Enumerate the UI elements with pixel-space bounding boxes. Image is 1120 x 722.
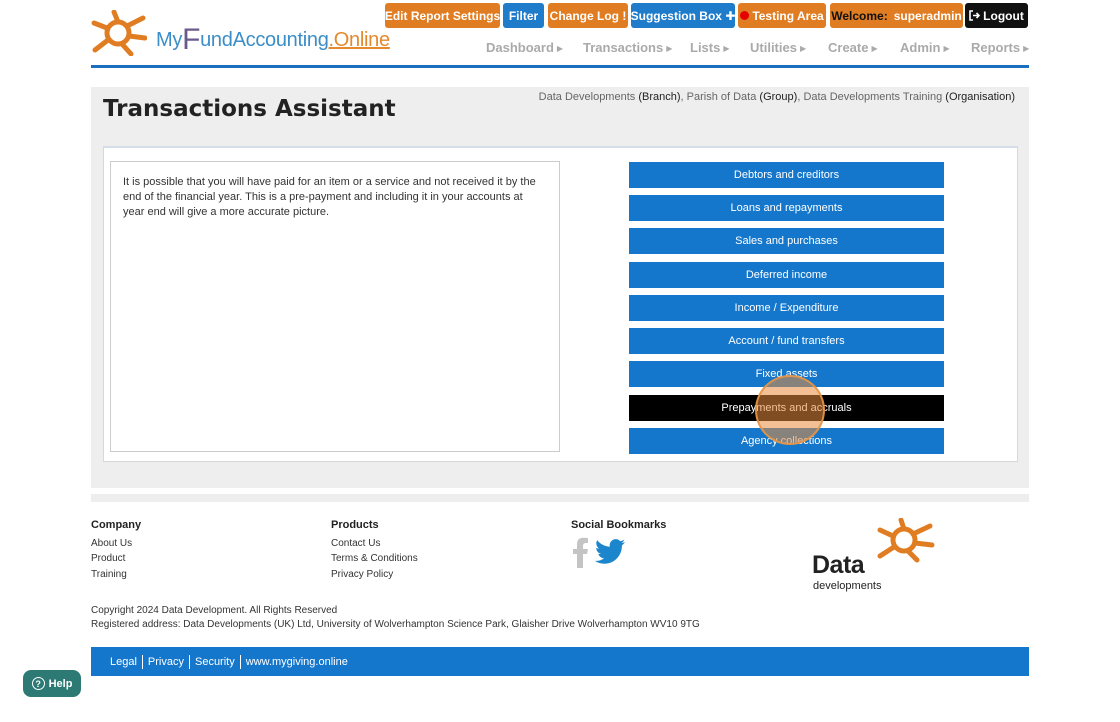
logout-icon bbox=[969, 10, 981, 21]
nav-transactions[interactable]: Transactions ▶ bbox=[583, 40, 672, 56]
logo-accounting: Accounting bbox=[232, 29, 329, 51]
breadcrumb-group-type: (Group) bbox=[759, 91, 798, 103]
footer-link-privacy-policy[interactable]: Privacy Policy bbox=[331, 569, 393, 580]
brand-word: Data bbox=[812, 551, 865, 579]
logout-button[interactable]: Logout bbox=[965, 3, 1028, 28]
registered-address: Registered address: Data Developments (U… bbox=[91, 619, 700, 630]
breadcrumb-group: Parish of Data bbox=[686, 91, 757, 103]
question-icon: ? bbox=[31, 677, 45, 690]
debtors-and-creditors-button[interactable]: Debtors and creditors bbox=[629, 162, 944, 188]
footer-link-about-us[interactable]: About Us bbox=[91, 538, 132, 549]
twitter-icon[interactable] bbox=[595, 539, 625, 565]
prepayments-and-accruals-button[interactable]: Prepayments and accruals bbox=[629, 395, 944, 421]
testing-area-button[interactable]: Testing Area bbox=[738, 3, 826, 28]
change-log-button[interactable]: Change Log ! bbox=[548, 3, 628, 28]
logo-und: und bbox=[200, 29, 233, 51]
sales-and-purchases-button[interactable]: Sales and purchases bbox=[629, 228, 944, 254]
breadcrumb: Data Developments (Branch), Parish of Da… bbox=[539, 91, 1015, 103]
social-icons bbox=[571, 536, 625, 568]
welcome-label: Welcome: bbox=[831, 8, 888, 23]
suggestion-box-label: Suggestion Box bbox=[630, 8, 722, 23]
nav-reports[interactable]: Reports ▶ bbox=[971, 40, 1029, 56]
breadcrumb-branch: Data Developments bbox=[538, 91, 636, 103]
welcome-badge[interactable]: Welcome: superadmin bbox=[830, 3, 963, 28]
testing-area-label: Testing Area bbox=[752, 8, 824, 23]
nav-utilities[interactable]: Utilities ▶ bbox=[750, 40, 806, 56]
panel-bottom-strip bbox=[91, 494, 1029, 502]
breadcrumb-separator: , bbox=[680, 91, 684, 103]
nav-create[interactable]: Create ▶ bbox=[828, 40, 878, 56]
logo-online: .Online bbox=[328, 29, 391, 51]
loans-and-repayments-button[interactable]: Loans and repayments bbox=[629, 195, 944, 221]
page-title: Transactions Assistant bbox=[103, 96, 396, 122]
filter-button[interactable]: Filter bbox=[503, 3, 544, 28]
suggestion-box-button[interactable]: Suggestion Box ✚ bbox=[631, 3, 735, 28]
edit-report-settings-button[interactable]: Edit Report Settings bbox=[385, 3, 500, 28]
caret-right-icon: ▶ bbox=[556, 44, 564, 53]
footer-link-terms[interactable]: Terms & Conditions bbox=[331, 553, 418, 564]
plus-icon: ✚ bbox=[725, 8, 736, 23]
caret-right-icon: ▶ bbox=[943, 44, 950, 53]
logo-star-icon bbox=[91, 10, 147, 56]
bottom-link-legal[interactable]: Legal bbox=[105, 655, 142, 669]
deferred-income-button[interactable]: Deferred income bbox=[629, 262, 944, 288]
logo-my: My bbox=[156, 29, 183, 51]
edit-report-settings-label: Edit Report Settings bbox=[384, 8, 501, 23]
nav-admin[interactable]: Admin ▶ bbox=[900, 40, 950, 56]
nav-dashboard-label: Dashboard bbox=[486, 40, 554, 55]
footer-link-contact-us[interactable]: Contact Us bbox=[331, 538, 380, 549]
change-log-label: Change Log bbox=[549, 8, 619, 23]
red-dot-icon bbox=[740, 11, 750, 20]
account-fund-transfers-button[interactable]: Account / fund transfers bbox=[629, 328, 944, 354]
footer-products-heading: Products bbox=[331, 519, 379, 531]
nav-utilities-label: Utilities bbox=[750, 40, 797, 55]
caret-right-icon: ▶ bbox=[871, 44, 878, 53]
breadcrumb-branch-type: (Branch) bbox=[638, 91, 681, 103]
copyright-text: Copyright 2024 Data Development. All Rig… bbox=[91, 605, 338, 616]
nav-create-label: Create bbox=[828, 40, 869, 55]
caret-right-icon: ▶ bbox=[666, 44, 673, 53]
nav-reports-label: Reports bbox=[971, 40, 1021, 55]
welcome-username: superadmin bbox=[893, 8, 962, 23]
brand-subtitle: developments bbox=[813, 580, 882, 592]
footer-company-heading: Company bbox=[91, 519, 142, 531]
nav-transactions-label: Transactions bbox=[583, 40, 664, 55]
nav-lists[interactable]: Lists ▶ bbox=[690, 40, 730, 56]
caret-right-icon: ▶ bbox=[799, 44, 807, 53]
bottom-link-website[interactable]: www.mygiving.online bbox=[239, 654, 353, 669]
bottom-link-privacy[interactable]: Privacy bbox=[141, 654, 189, 669]
bottom-link-security[interactable]: Security bbox=[188, 654, 240, 669]
income-expenditure-button[interactable]: Income / Expenditure bbox=[629, 295, 944, 321]
footer-link-product[interactable]: Product bbox=[91, 553, 125, 564]
breadcrumb-organisation: Data Developments Training bbox=[803, 91, 943, 103]
help-label: Help bbox=[48, 677, 73, 690]
header-divider bbox=[91, 65, 1029, 68]
footer-bottom-bar: Legal Privacy Security www.mygiving.onli… bbox=[91, 647, 1029, 676]
logout-label: Logout bbox=[983, 8, 1024, 23]
fixed-assets-button[interactable]: Fixed assets bbox=[629, 361, 944, 387]
app-logo-text[interactable]: MyFundAccounting.Online bbox=[156, 20, 391, 56]
caret-right-icon: ▶ bbox=[1023, 44, 1030, 53]
breadcrumb-separator: , bbox=[797, 91, 801, 103]
nav-admin-label: Admin bbox=[900, 40, 941, 55]
nav-dashboard[interactable]: Dashboard ▶ bbox=[486, 40, 563, 56]
caret-right-icon: ▶ bbox=[723, 44, 730, 53]
breadcrumb-organisation-type: (Organisation) bbox=[945, 91, 1015, 103]
exclamation-icon: ! bbox=[622, 8, 627, 23]
facebook-icon[interactable] bbox=[571, 536, 589, 568]
nav-lists-label: Lists bbox=[690, 40, 721, 55]
footer-social-heading: Social Bookmarks bbox=[571, 519, 667, 531]
description-box: It is possible that you will have paid f… bbox=[110, 161, 560, 452]
help-button[interactable]: ? Help bbox=[23, 670, 81, 697]
footer-link-training[interactable]: Training bbox=[91, 569, 127, 580]
filter-label: Filter bbox=[508, 8, 539, 23]
agency-collections-button[interactable]: Agency collections bbox=[629, 428, 944, 454]
logo-f: F bbox=[182, 23, 201, 56]
